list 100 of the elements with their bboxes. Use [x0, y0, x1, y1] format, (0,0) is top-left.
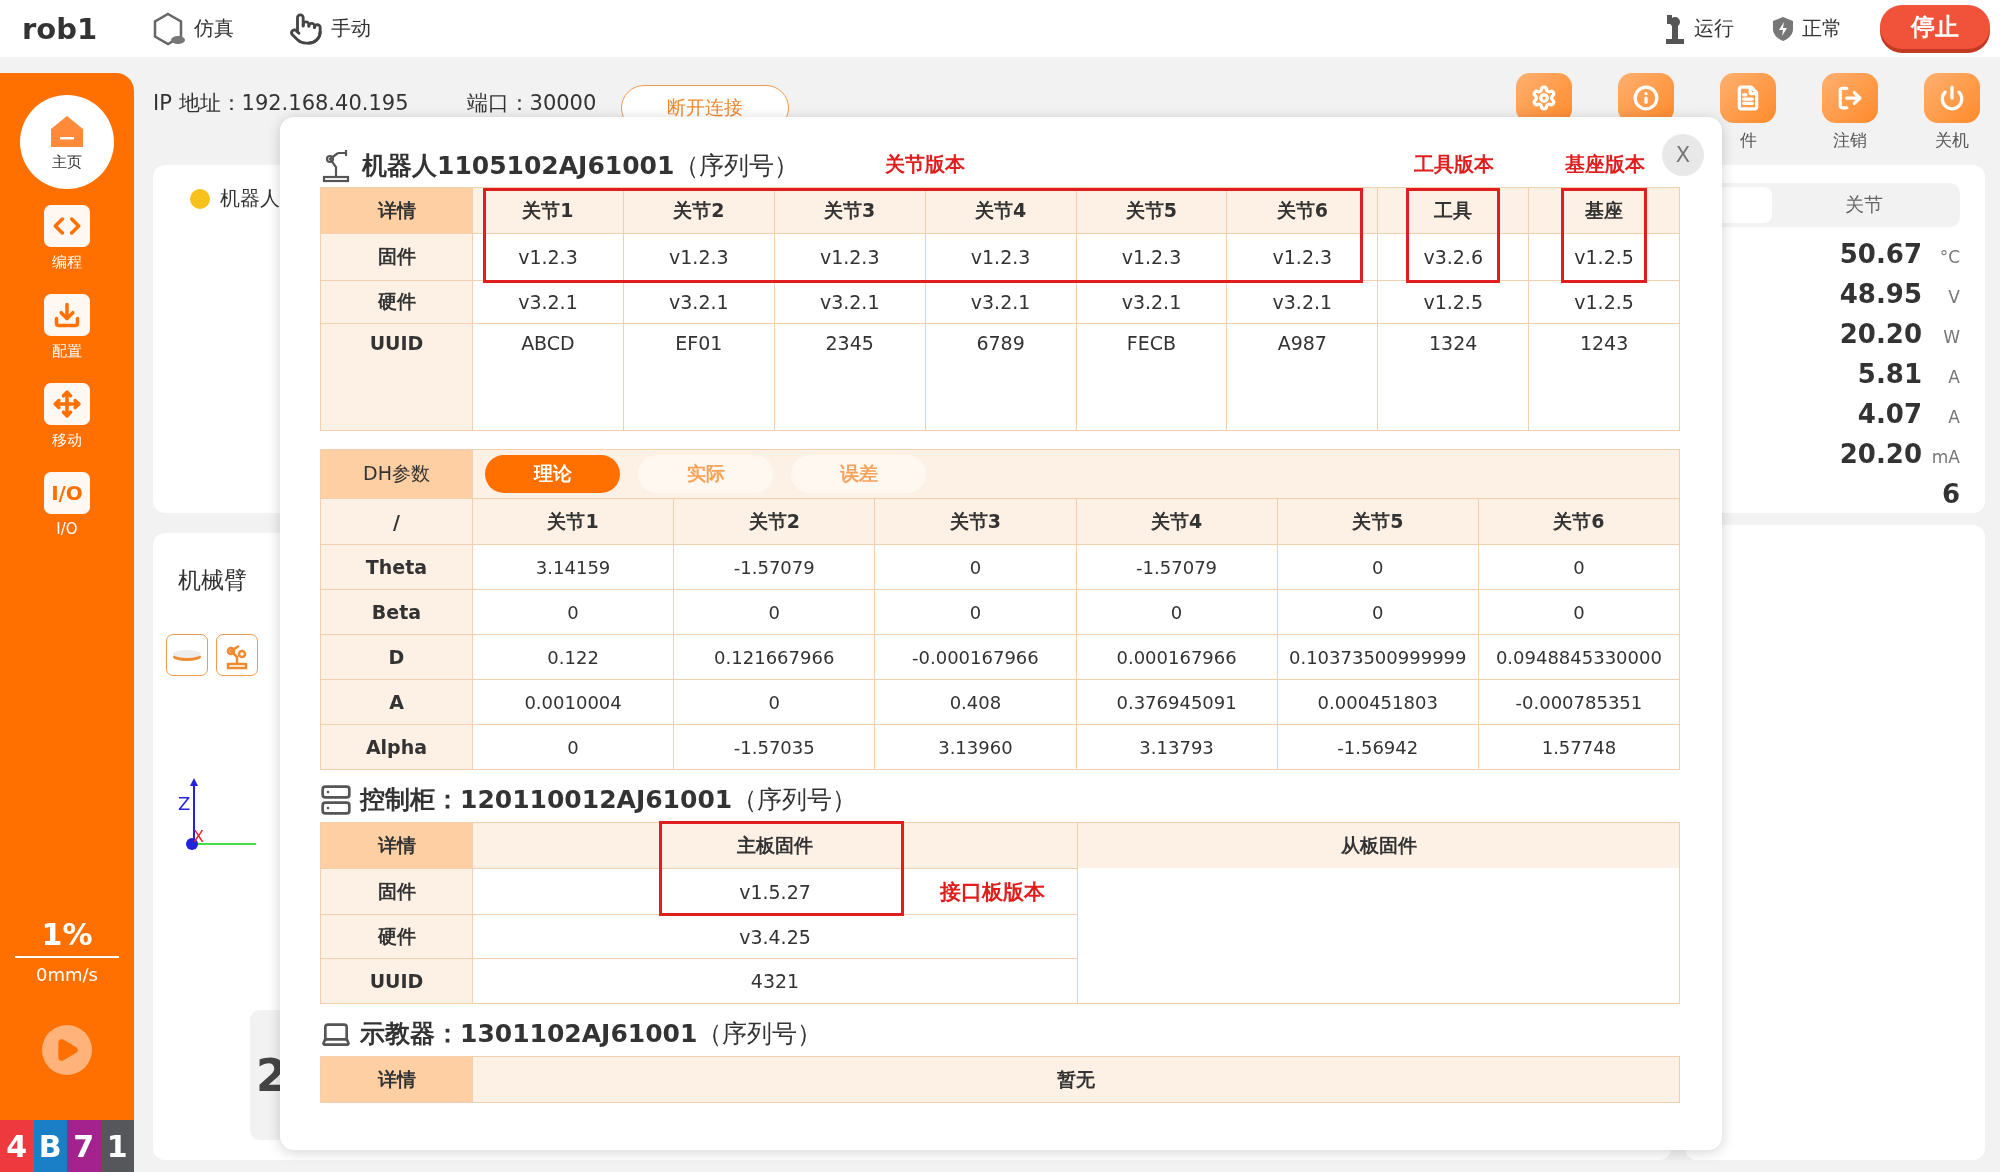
- table-cell: v3.2.6: [1378, 234, 1529, 280]
- table-cell: 0.000451803: [1277, 680, 1478, 724]
- row-header: Alpha: [321, 725, 472, 769]
- table-cell: v1.2.5: [1378, 281, 1529, 323]
- table-cell: 2345: [774, 324, 925, 430]
- status-code: B: [33, 1120, 67, 1172]
- table-cell: 0.000167966: [1076, 635, 1277, 679]
- robot-name: rob1: [22, 11, 99, 46]
- reading-unit: A: [1947, 367, 1960, 387]
- table-cell: 0: [473, 725, 674, 769]
- table-cell: -0.000785351: [1478, 680, 1679, 724]
- column-header: 关节4: [925, 188, 1076, 233]
- column-header: 主板固件: [473, 823, 1077, 868]
- table-cell: -1.57079: [674, 545, 875, 589]
- annotation-label: 接口板版本: [940, 877, 1045, 906]
- column-header: 从板固件: [1078, 823, 1679, 868]
- mode-label[interactable]: 手动: [331, 15, 371, 42]
- cabinet-icon: [320, 784, 352, 816]
- speed-percent: 1%: [41, 917, 93, 952]
- reading-unit: A: [1947, 407, 1960, 427]
- table-cell: 3.14159: [473, 545, 674, 589]
- table-cell: A987: [1227, 324, 1378, 430]
- reading-unit: V: [1947, 287, 1960, 307]
- tab[interactable]: 理论: [485, 455, 620, 493]
- table-cell: v3.4.25: [473, 915, 1077, 958]
- nav-item[interactable]: 主页: [20, 95, 114, 189]
- disk-button[interactable]: [166, 634, 208, 676]
- shield-icon: [1772, 15, 1794, 42]
- play-button[interactable]: [42, 1025, 92, 1075]
- table-cell: v3.2.1: [1227, 281, 1378, 323]
- row-header: 详情: [321, 188, 472, 233]
- column-header: 基座: [1529, 188, 1679, 233]
- table-cell: ABCD: [473, 324, 623, 430]
- row-header: 详情: [321, 823, 472, 868]
- reading-value: 4.07: [1857, 399, 1922, 429]
- annotation-label: 工具版本: [1413, 151, 1494, 178]
- table-cell: v1.2.5: [1529, 281, 1679, 323]
- robot-arm-icon: [1664, 13, 1686, 44]
- tab[interactable]: 误差: [791, 455, 926, 493]
- column-header: 关节6: [1478, 499, 1679, 544]
- robot-view-button[interactable]: [216, 634, 258, 676]
- table-cell: 0: [674, 590, 875, 634]
- table-cell: 暂无: [473, 1057, 1679, 1102]
- nav-label[interactable]: 编程: [52, 253, 82, 272]
- row-header: 硬件: [321, 915, 472, 958]
- table-cell: -1.56942: [1277, 725, 1478, 769]
- status-code: 7: [67, 1120, 101, 1172]
- logout-icon[interactable]: [1822, 73, 1878, 123]
- nav-label[interactable]: I/O: [56, 520, 78, 538]
- power-icon[interactable]: [1924, 73, 1980, 123]
- table-cell: 1243: [1529, 324, 1679, 430]
- tool-label: 注销: [1833, 129, 1867, 152]
- table-cell: 0.408: [875, 680, 1076, 724]
- section-title: 机器人1105102AJ61001（序列号）: [362, 149, 800, 182]
- tool-label: 关机: [1935, 129, 1969, 152]
- tab[interactable]: 实际: [638, 455, 773, 493]
- row-header: DH参数: [321, 450, 472, 498]
- table-cell: 4321: [473, 959, 1077, 1003]
- table-cell: v1.2.5: [1529, 234, 1679, 280]
- table-cell: 0.121667966: [674, 635, 875, 679]
- table-cell: 1.57748: [1478, 725, 1679, 769]
- table-cell: 0: [473, 590, 674, 634]
- close-button[interactable]: X: [1662, 134, 1704, 176]
- column-header: /: [321, 499, 472, 544]
- row-header: UUID: [321, 959, 472, 1003]
- mode-label[interactable]: 仿真: [194, 15, 234, 42]
- table-cell: v1.2.3: [1076, 234, 1227, 280]
- column-header: 关节5: [1277, 499, 1478, 544]
- annotation-label: 基座版本: [1564, 151, 1645, 178]
- document-icon[interactable]: [1720, 73, 1776, 123]
- table-cell: 6789: [925, 324, 1076, 430]
- status-code: 1: [100, 1120, 134, 1172]
- move-icon: [44, 383, 90, 425]
- disk-icon: [172, 648, 202, 662]
- section-title: 控制柜：120110012AJ61001（序列号）: [360, 784, 858, 816]
- status-label: 运行: [1694, 15, 1734, 42]
- column-header: 关节1: [473, 499, 674, 544]
- reading-value: 50.67: [1839, 239, 1922, 269]
- table-cell: v1.2.3: [925, 234, 1076, 280]
- row-header: Theta: [321, 545, 472, 589]
- table-cell: 0.0948845330000: [1478, 635, 1679, 679]
- speed-rate: 0mm/s: [36, 964, 98, 985]
- row-header: 固件: [321, 234, 472, 280]
- warning-icon: [190, 188, 210, 209]
- row-header: A: [321, 680, 472, 724]
- row-header: 详情: [321, 1057, 472, 1102]
- nav-label[interactable]: 移动: [52, 431, 82, 450]
- nav-label[interactable]: 配置: [52, 342, 82, 361]
- table-cell: -1.57079: [1076, 545, 1277, 589]
- table-cell: 0: [1277, 590, 1478, 634]
- card-title: 机械臂: [178, 566, 247, 595]
- table-cell: 0: [875, 590, 1076, 634]
- reading-value: 6: [1941, 479, 1960, 509]
- table-cell: v3.2.1: [925, 281, 1076, 323]
- joint-tab[interactable]: 关节: [1772, 187, 1956, 223]
- row-header: 固件: [321, 869, 472, 914]
- section-title: 示教器：1301102AJ61001（序列号）: [360, 1018, 823, 1050]
- column-header: 关节5: [1076, 188, 1227, 233]
- table-cell: v3.2.1: [1076, 281, 1227, 323]
- column-header: 关节6: [1227, 188, 1378, 233]
